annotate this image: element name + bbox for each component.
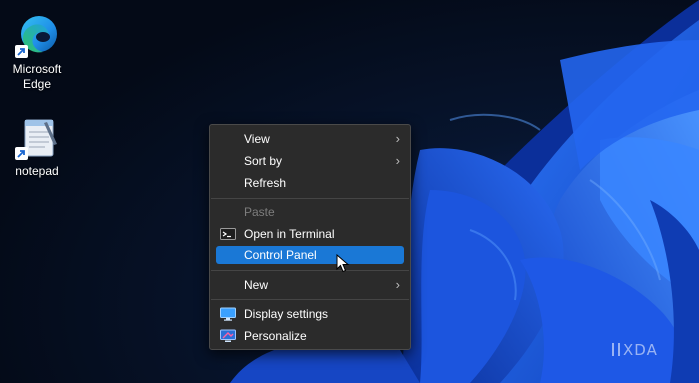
mouse-cursor-icon — [336, 254, 350, 273]
chevron-right-icon: › — [395, 153, 400, 168]
personalize-icon — [220, 329, 236, 343]
menu-item-label: New — [244, 278, 269, 292]
shortcut-arrow-icon — [15, 147, 28, 160]
chevron-right-icon: › — [395, 277, 400, 292]
watermark-text: XDA — [623, 341, 658, 359]
menu-separator — [211, 270, 409, 271]
menu-separator — [211, 198, 409, 199]
xda-logo-icon — [612, 343, 620, 356]
terminal-icon — [220, 227, 236, 241]
menu-item-view[interactable]: View › — [216, 129, 404, 149]
shortcut-arrow-icon — [15, 45, 28, 58]
chevron-right-icon: › — [395, 131, 400, 146]
desktop-icon-microsoft-edge[interactable]: Microsoft Edge — [2, 12, 72, 92]
display-icon — [220, 307, 236, 321]
menu-item-paste: Paste — [216, 202, 404, 222]
menu-item-label: Open in Terminal — [244, 227, 335, 241]
menu-item-label: View — [244, 132, 270, 146]
menu-item-open-in-terminal[interactable]: Open in Terminal — [216, 224, 404, 244]
menu-item-label: Control Panel — [244, 248, 317, 262]
menu-item-label: Personalize — [244, 329, 307, 343]
desktop-icon-label: notepad — [15, 164, 59, 178]
edge-label-line2: Edge — [22, 77, 52, 91]
edge-icon — [13, 12, 61, 60]
edge-label-line1: Microsoft — [12, 62, 62, 76]
menu-separator — [211, 299, 409, 300]
menu-item-sort-by[interactable]: Sort by › — [216, 151, 404, 171]
desktop-context-menu: View › Sort by › Refresh Paste Open in T… — [209, 124, 411, 350]
menu-item-personalize[interactable]: Personalize — [216, 326, 404, 346]
menu-item-control-panel[interactable]: Control Panel — [216, 246, 404, 264]
menu-item-refresh[interactable]: Refresh — [216, 173, 404, 193]
desktop[interactable]: Microsoft Edge notepad View › Sort by › … — [0, 0, 699, 383]
menu-item-display-settings[interactable]: Display settings — [216, 304, 404, 324]
notepad-icon — [13, 114, 61, 162]
menu-item-new[interactable]: New › — [216, 275, 404, 295]
xda-watermark: XDA — [612, 341, 658, 359]
desktop-icon-notepad[interactable]: notepad — [2, 114, 72, 179]
menu-item-label: Sort by — [244, 154, 283, 168]
menu-item-label: Refresh — [244, 176, 287, 190]
desktop-icon-label: Microsoft Edge — [2, 62, 72, 92]
menu-item-label: Display settings — [244, 307, 329, 321]
menu-item-label: Paste — [244, 205, 275, 219]
